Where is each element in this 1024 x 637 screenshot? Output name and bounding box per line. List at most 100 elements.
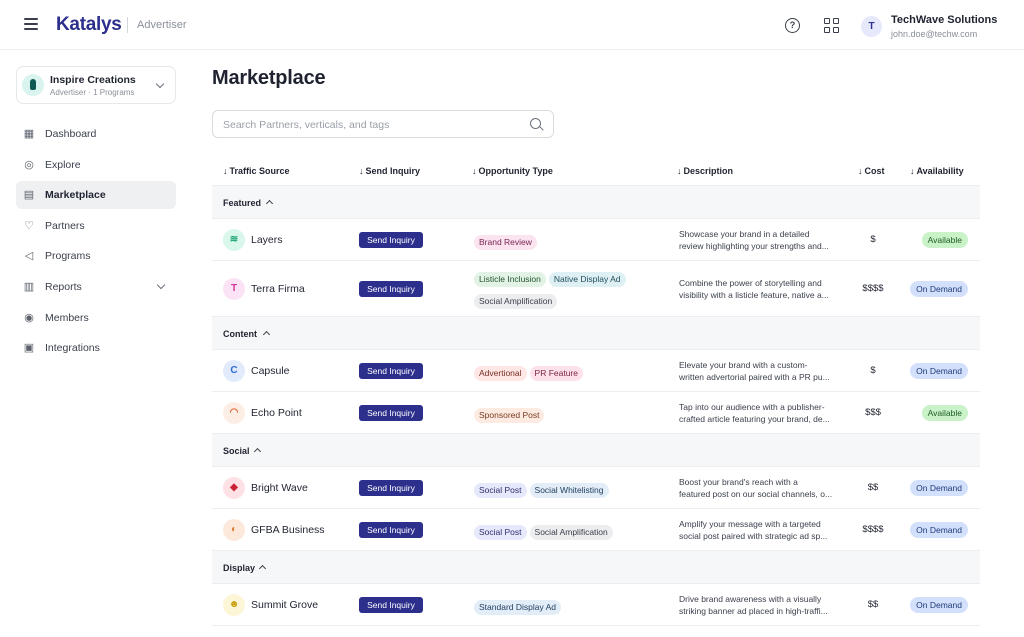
- opportunity-tags: Social Post Social Whitelisting: [474, 480, 664, 502]
- organization-name: Inspire Creations: [50, 74, 136, 86]
- search-box[interactable]: [212, 110, 554, 138]
- top-bar: Katalys Advertiser ? T TechWave Solution…: [0, 0, 1024, 50]
- availability-badge: On Demand: [910, 597, 968, 613]
- partner-name[interactable]: Terra Firma: [251, 283, 305, 295]
- send-inquiry-button[interactable]: Send Inquiry: [359, 405, 423, 421]
- logo-text: Katalys: [56, 14, 122, 35]
- table-row: C Capsule Send Inquiry Advertional PR Featur…: [212, 350, 980, 392]
- partner-name[interactable]: Layers: [251, 234, 283, 246]
- partner-logo-icon: ◐: [223, 519, 245, 541]
- opportunity-tags: Brand Review: [474, 232, 664, 254]
- send-inquiry-button[interactable]: Send Inquiry: [359, 597, 423, 613]
- opportunity-tag[interactable]: Social Amplification: [529, 525, 613, 540]
- send-inquiry-button[interactable]: Send Inquiry: [359, 363, 423, 379]
- opportunity-tag[interactable]: PR Feature: [529, 366, 583, 381]
- opportunity-tag[interactable]: Social Amplification: [474, 294, 558, 309]
- column-traffic-source[interactable]: ↓ Traffic Source: [223, 166, 290, 176]
- column-opportunity-type[interactable]: ↓ Opportunity Type: [472, 166, 553, 176]
- description-line: Drive brand awareness with a visually: [679, 594, 822, 604]
- group-header-featured[interactable]: Featured: [212, 186, 980, 219]
- avatar[interactable]: T: [861, 16, 882, 37]
- opportunity-tag[interactable]: Advertional: [474, 366, 527, 381]
- sidebar-item-label: Dashboard: [45, 128, 97, 140]
- reports-icon: ▥: [23, 280, 35, 293]
- marketplace-icon: ▤: [23, 189, 35, 202]
- opportunity-tag[interactable]: Standard Display Ad: [474, 600, 562, 615]
- search-icon[interactable]: [530, 118, 541, 129]
- group-header-content[interactable]: Content: [212, 317, 980, 350]
- sidebar-item-label: Reports: [45, 280, 82, 293]
- cost-value: $: [870, 365, 876, 376]
- sidebar-item-integrations[interactable]: ▣ Integrations: [16, 334, 176, 362]
- sidebar-item-partners[interactable]: ♡ Partners: [16, 212, 176, 240]
- sidebar-nav: ▦ Dashboard ◎ Explore ▤ Marketplace ♡ Partners ◁…: [16, 120, 176, 365]
- cost-value: $$$$: [862, 283, 884, 294]
- search-input[interactable]: [223, 117, 523, 133]
- sidebar-item-members[interactable]: ◉ Members: [16, 304, 176, 332]
- column-label: Availability: [916, 166, 964, 176]
- partner-name[interactable]: Echo Point: [251, 407, 302, 419]
- group-header-display[interactable]: Display: [212, 551, 980, 584]
- partner-name[interactable]: Bright Wave: [251, 482, 308, 494]
- send-inquiry-button[interactable]: Send Inquiry: [359, 281, 423, 297]
- opportunity-tag[interactable]: Social Post: [474, 483, 527, 498]
- opportunity-tag[interactable]: Listicle Inclusion: [474, 272, 546, 287]
- group-header-social[interactable]: Social: [212, 434, 980, 467]
- availability-badge: On Demand: [910, 480, 968, 496]
- cost-value: $$: [867, 599, 879, 610]
- description-line: Combine the power of storytelling and: [679, 278, 822, 288]
- availability-badge: Available: [921, 405, 968, 421]
- cost-value: $: [870, 234, 876, 245]
- description: Boost your brand's reach with a featured …: [679, 476, 847, 500]
- sidebar-item-label: Marketplace: [45, 189, 106, 202]
- opportunity-tags: Social Post Social Amplification: [474, 522, 664, 544]
- opportunity-tag[interactable]: Sponsored Post: [474, 408, 545, 423]
- table-row: ◐ GFBA Business Send Inquiry Social Post Soc…: [212, 509, 980, 551]
- apps-grid-icon[interactable]: [824, 18, 839, 33]
- chevron-up-icon[interactable]: [262, 330, 271, 339]
- menu-icon[interactable]: [24, 18, 38, 30]
- description: Elevate your brand with a custom-written…: [679, 359, 847, 383]
- partner-name[interactable]: GFBA Business: [251, 524, 325, 536]
- description-line: written advertorial paired with a PR pu.…: [679, 372, 830, 382]
- account-name[interactable]: TechWave Solutions: [891, 14, 997, 26]
- compass-icon: ◎: [24, 158, 34, 171]
- send-inquiry-button[interactable]: Send Inquiry: [359, 232, 423, 248]
- chevron-down-icon[interactable]: [156, 280, 166, 290]
- send-inquiry-button[interactable]: Send Inquiry: [359, 480, 423, 496]
- column-send-inquiry[interactable]: ↓ Send Inquiry: [359, 166, 420, 176]
- description: Combine the power of storytelling and vis…: [679, 277, 847, 301]
- column-description[interactable]: ↓ Description: [677, 166, 733, 176]
- chevron-up-icon[interactable]: [253, 447, 262, 456]
- opportunity-tag[interactable]: Social Post: [474, 525, 527, 540]
- organization-logo: [22, 74, 44, 96]
- column-cost[interactable]: ↓ Cost: [858, 166, 885, 176]
- sidebar-item-dashboard[interactable]: ▦ Dashboard: [16, 120, 176, 148]
- opportunity-tag[interactable]: Social Whitelisting: [529, 483, 609, 498]
- description: Tap into our audience with a publisher-c…: [679, 401, 847, 425]
- sidebar-item-label: Explore: [45, 158, 81, 171]
- availability-badge: Available: [921, 232, 968, 248]
- help-icon[interactable]: ?: [785, 18, 800, 33]
- sidebar-item-programs[interactable]: ◁ Programs: [16, 242, 176, 270]
- partner-name[interactable]: Summit Grove: [251, 599, 318, 611]
- chevron-up-icon[interactable]: [265, 199, 274, 208]
- organization-switcher[interactable]: Inspire Creations Advertiser · 1 Program…: [16, 66, 176, 104]
- opportunity-tag[interactable]: Brand Review: [474, 235, 537, 250]
- partner-logo-icon: C: [223, 360, 245, 382]
- column-availability[interactable]: ↓ Availability: [910, 166, 964, 176]
- partner-logo-icon: T: [223, 278, 245, 300]
- portal-label: Advertiser: [137, 19, 187, 31]
- opportunity-tag[interactable]: Native Display Ad: [548, 272, 626, 287]
- chevron-up-icon[interactable]: [258, 564, 267, 573]
- send-inquiry-button[interactable]: Send Inquiry: [359, 522, 423, 538]
- sidebar-item-reports[interactable]: ▥ Reports: [16, 273, 176, 301]
- sidebar-item-marketplace[interactable]: ▤ Marketplace: [16, 181, 176, 210]
- description-line: Showcase your brand in a detailed: [679, 229, 810, 239]
- description: Amplify your message with a targeted soci…: [679, 518, 847, 542]
- logo[interactable]: Katalys: [56, 14, 122, 36]
- sidebar-item-explore[interactable]: ◎ Explore: [16, 151, 176, 179]
- table-row: T Terra Firma Send Inquiry Listicle Inclusi…: [212, 261, 980, 317]
- opportunity-tags: Advertional PR Feature: [474, 363, 664, 385]
- partner-name[interactable]: Capsule: [251, 365, 290, 377]
